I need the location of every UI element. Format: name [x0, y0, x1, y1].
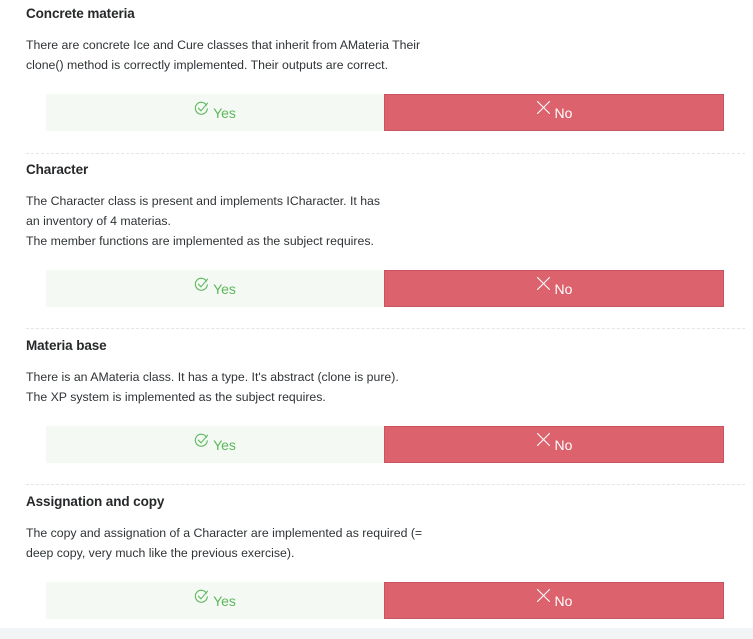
check-icon	[194, 277, 209, 295]
description-line: The XP system is implemented as the subj…	[26, 390, 326, 404]
section-description: There are concrete Ice and Cure classes …	[26, 35, 420, 75]
description-line: There are concrete Ice and Cure classes …	[26, 38, 421, 52]
check-icon	[194, 101, 209, 119]
section-description: There is an AMateria class. It has a typ…	[26, 367, 399, 407]
check-icon	[194, 589, 209, 607]
section-divider	[26, 328, 745, 329]
yes-button[interactable]: Yes	[46, 582, 384, 619]
description-line: There is an AMateria class. It has a typ…	[26, 370, 399, 384]
answer-buttons: Yes No	[46, 94, 724, 131]
section-title: Character	[26, 162, 89, 177]
answer-buttons: Yes No	[46, 270, 724, 307]
close-icon	[536, 432, 551, 450]
section-divider	[26, 484, 745, 485]
yes-label: Yes	[213, 280, 236, 297]
yes-label: Yes	[213, 592, 236, 609]
description-line: The member functions are implemented as …	[26, 234, 374, 248]
no-button[interactable]: No	[384, 582, 724, 619]
section-description: The copy and assignation of a Character …	[26, 523, 422, 563]
yes-button[interactable]: Yes	[46, 270, 384, 307]
close-icon	[536, 276, 551, 294]
section-title: Materia base	[26, 338, 107, 353]
section-divider	[26, 153, 745, 154]
answer-buttons: Yes No	[46, 582, 724, 619]
yes-label: Yes	[213, 104, 236, 121]
no-button[interactable]: No	[384, 270, 724, 307]
description-line: clone() method is correctly implemented.…	[26, 58, 388, 72]
bottom-bar	[0, 628, 753, 639]
no-label: No	[554, 436, 573, 453]
no-button[interactable]: No	[384, 426, 724, 463]
description-line: The copy and assignation of a Character …	[26, 526, 423, 540]
close-icon	[536, 100, 551, 118]
close-icon	[536, 588, 551, 606]
yes-button[interactable]: Yes	[46, 426, 384, 463]
description-line: deep copy, very much like the previous e…	[26, 546, 295, 560]
description-line: an inventory of 4 materias.	[26, 214, 171, 228]
no-label: No	[554, 592, 573, 609]
section-title: Concrete materia	[26, 6, 135, 21]
description-line: The Character class is present and imple…	[26, 194, 381, 208]
no-label: No	[554, 280, 573, 297]
section-title: Assignation and copy	[26, 494, 165, 509]
yes-label: Yes	[213, 436, 236, 453]
no-label: No	[554, 104, 573, 121]
answer-buttons: Yes No	[46, 426, 724, 463]
section-description: The Character class is present and imple…	[26, 191, 380, 251]
yes-button[interactable]: Yes	[46, 94, 384, 131]
no-button[interactable]: No	[384, 94, 724, 131]
check-icon	[194, 433, 209, 451]
